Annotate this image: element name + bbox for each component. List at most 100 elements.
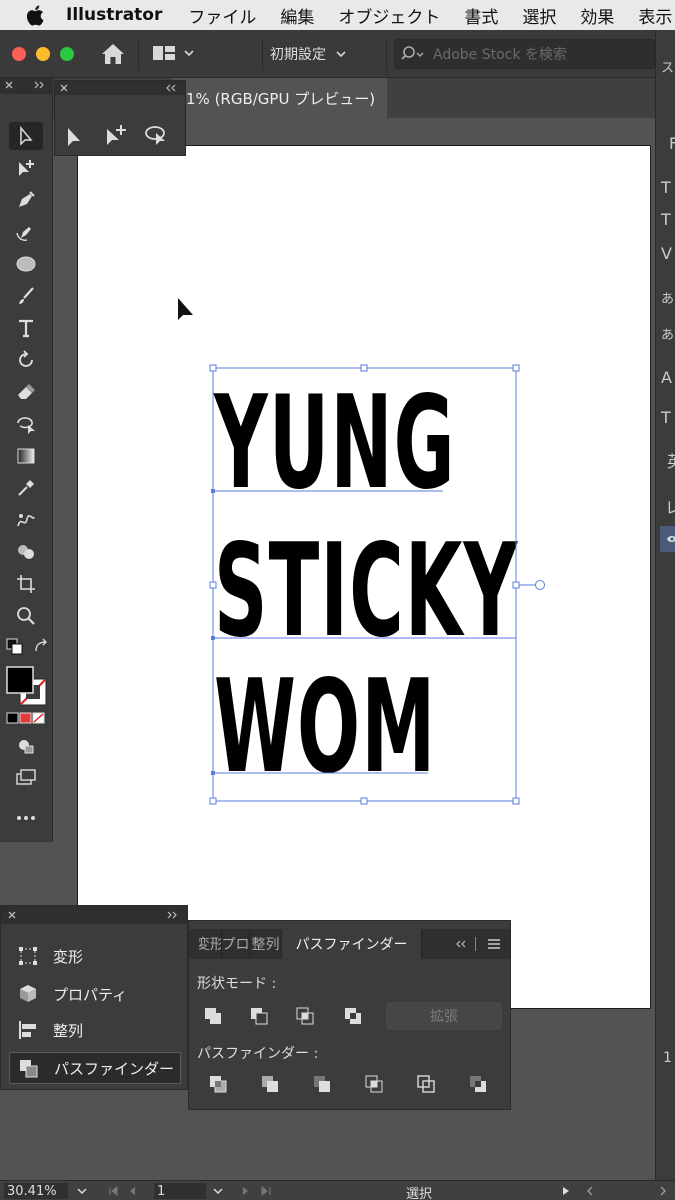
- panel-button-properties[interactable]: プロパティ: [9, 978, 181, 1010]
- rotate-tool[interactable]: [9, 346, 43, 374]
- menu-app-name[interactable]: Illustrator: [66, 5, 162, 25]
- tab-transform[interactable]: 変形: [199, 929, 222, 959]
- vertical-scale-icon[interactable]: T: [661, 210, 671, 229]
- expand-button[interactable]: 拡張: [386, 1002, 502, 1030]
- tab-properties[interactable]: プロ: [222, 929, 250, 959]
- draw-mode-tool[interactable]: [9, 732, 43, 760]
- apple-icon[interactable]: [26, 5, 44, 26]
- expand-panel-icon[interactable]: [167, 911, 179, 919]
- eye-icon[interactable]: [666, 534, 675, 544]
- tab-pathfinder[interactable]: パスファインダー: [282, 929, 422, 959]
- direct-selection-flyout-tool[interactable]: [63, 125, 85, 149]
- curvature-tool[interactable]: [9, 218, 43, 246]
- panel-button-pathfinder[interactable]: パスファインダー: [9, 1052, 181, 1084]
- default-fill-stroke-icon[interactable]: [6, 638, 24, 656]
- panel-button-transform[interactable]: 変形: [9, 940, 181, 972]
- right-panel-tab[interactable]: ス: [661, 57, 674, 76]
- play-icon[interactable]: [561, 1186, 571, 1196]
- tsume-icon[interactable]: あ: [661, 288, 674, 307]
- arrange-documents-button[interactable]: [152, 45, 194, 61]
- home-icon[interactable]: [100, 42, 126, 66]
- scroll-right-icon[interactable]: [658, 1186, 670, 1196]
- document-tab[interactable]: 1% (RGB/GPU プレビュー): [172, 78, 387, 118]
- shape-builder-tool[interactable]: [9, 538, 43, 566]
- intersect-button[interactable]: [293, 1005, 319, 1027]
- chevron-down-icon[interactable]: [212, 1187, 224, 1195]
- panel-menu-icon[interactable]: [487, 938, 501, 950]
- panel-button-align[interactable]: 整列: [9, 1014, 181, 1046]
- language-field-partial[interactable]: 英: [667, 448, 675, 472]
- text-line-sticky[interactable]: STICKY: [214, 528, 518, 656]
- character-rotation-icon[interactable]: T: [661, 408, 671, 427]
- text-line-yung[interactable]: YUNG: [214, 380, 456, 508]
- lasso-flyout-tool[interactable]: [143, 123, 171, 147]
- zoom-field[interactable]: 30.41%: [4, 1183, 68, 1199]
- color-mode-buttons[interactable]: [6, 712, 46, 724]
- tab-align[interactable]: 整列: [250, 929, 282, 959]
- eraser-tool[interactable]: [9, 378, 43, 406]
- edit-toolbar-button[interactable]: [9, 804, 43, 832]
- group-selection-flyout-tool[interactable]: [103, 123, 129, 147]
- kerning-icon[interactable]: V: [661, 244, 672, 263]
- close-icon[interactable]: [59, 83, 69, 93]
- aki-icon[interactable]: あ: [661, 324, 674, 343]
- puppet-warp-tool[interactable]: [9, 410, 43, 438]
- selection-tool[interactable]: [9, 122, 43, 150]
- dock-header[interactable]: [1, 906, 187, 924]
- direct-selection-icon: [19, 160, 34, 176]
- divide-button[interactable]: [206, 1073, 232, 1095]
- zoom-tool[interactable]: [9, 602, 43, 630]
- merge-button[interactable]: [310, 1073, 336, 1095]
- swap-fill-stroke-icon[interactable]: [32, 638, 50, 656]
- font-size-icon[interactable]: T: [661, 178, 671, 197]
- layer-row-selected[interactable]: [660, 526, 675, 552]
- menu-edit[interactable]: 編集: [280, 3, 314, 28]
- adobe-stock-search-field[interactable]: Adobe Stock を検索: [394, 39, 655, 69]
- menu-file[interactable]: ファイル: [188, 3, 256, 28]
- menu-type[interactable]: 書式: [464, 3, 498, 28]
- workspace-switcher[interactable]: 初期設定: [270, 44, 346, 64]
- fill-stroke-swatches[interactable]: [6, 666, 48, 706]
- minimize-window-button[interactable]: [36, 47, 50, 61]
- artboard-number-field[interactable]: 1: [154, 1183, 206, 1199]
- close-icon[interactable]: [7, 910, 17, 920]
- layers-panel-tab[interactable]: レ: [665, 494, 675, 518]
- gradient-tool[interactable]: [9, 442, 43, 470]
- selection-arrow-icon: [20, 125, 33, 146]
- minus-front-button[interactable]: [247, 1005, 273, 1027]
- menu-object[interactable]: オブジェクト: [338, 3, 440, 28]
- screen-mode-tool[interactable]: [9, 764, 43, 792]
- minus-back-button[interactable]: [466, 1073, 492, 1095]
- chevron-down-icon[interactable]: [76, 1187, 88, 1195]
- next-last-artboard-icons[interactable]: [240, 1186, 276, 1196]
- trim-button[interactable]: [258, 1073, 284, 1095]
- menu-effect[interactable]: 効果: [580, 3, 614, 28]
- baseline-shift-icon[interactable]: A: [661, 368, 672, 387]
- eyedropper-tool[interactable]: [9, 474, 43, 502]
- first-previous-artboard-icons[interactable]: [108, 1186, 148, 1196]
- menu-select[interactable]: 選択: [522, 3, 556, 28]
- direct-selection-tool[interactable]: [9, 154, 43, 182]
- tools-panel-header[interactable]: [0, 78, 53, 94]
- artboard-tool[interactable]: [9, 570, 43, 598]
- ellipse-tool[interactable]: [9, 250, 43, 278]
- flyout-header[interactable]: [55, 81, 185, 95]
- outline-button[interactable]: [414, 1073, 440, 1095]
- collapse-panel-icon[interactable]: [455, 940, 467, 948]
- menu-view[interactable]: 表示: [638, 3, 672, 28]
- expand-panel-icon[interactable]: [34, 81, 46, 89]
- pen-tool[interactable]: [9, 186, 43, 214]
- exclude-button[interactable]: [341, 1005, 367, 1027]
- text-line-wom[interactable]: WOM: [214, 664, 436, 792]
- font-field-partial[interactable]: F: [669, 134, 675, 153]
- scroll-left-icon[interactable]: [586, 1186, 616, 1196]
- type-tool[interactable]: [9, 314, 43, 342]
- crop-button[interactable]: [362, 1073, 388, 1095]
- close-icon[interactable]: [4, 80, 14, 90]
- unite-button[interactable]: [201, 1005, 227, 1027]
- paintbrush-tool[interactable]: [9, 282, 43, 310]
- zoom-window-button[interactable]: [60, 47, 74, 61]
- close-window-button[interactable]: [12, 47, 26, 61]
- collapse-panel-icon[interactable]: [165, 84, 177, 92]
- blend-tool[interactable]: [9, 506, 43, 534]
